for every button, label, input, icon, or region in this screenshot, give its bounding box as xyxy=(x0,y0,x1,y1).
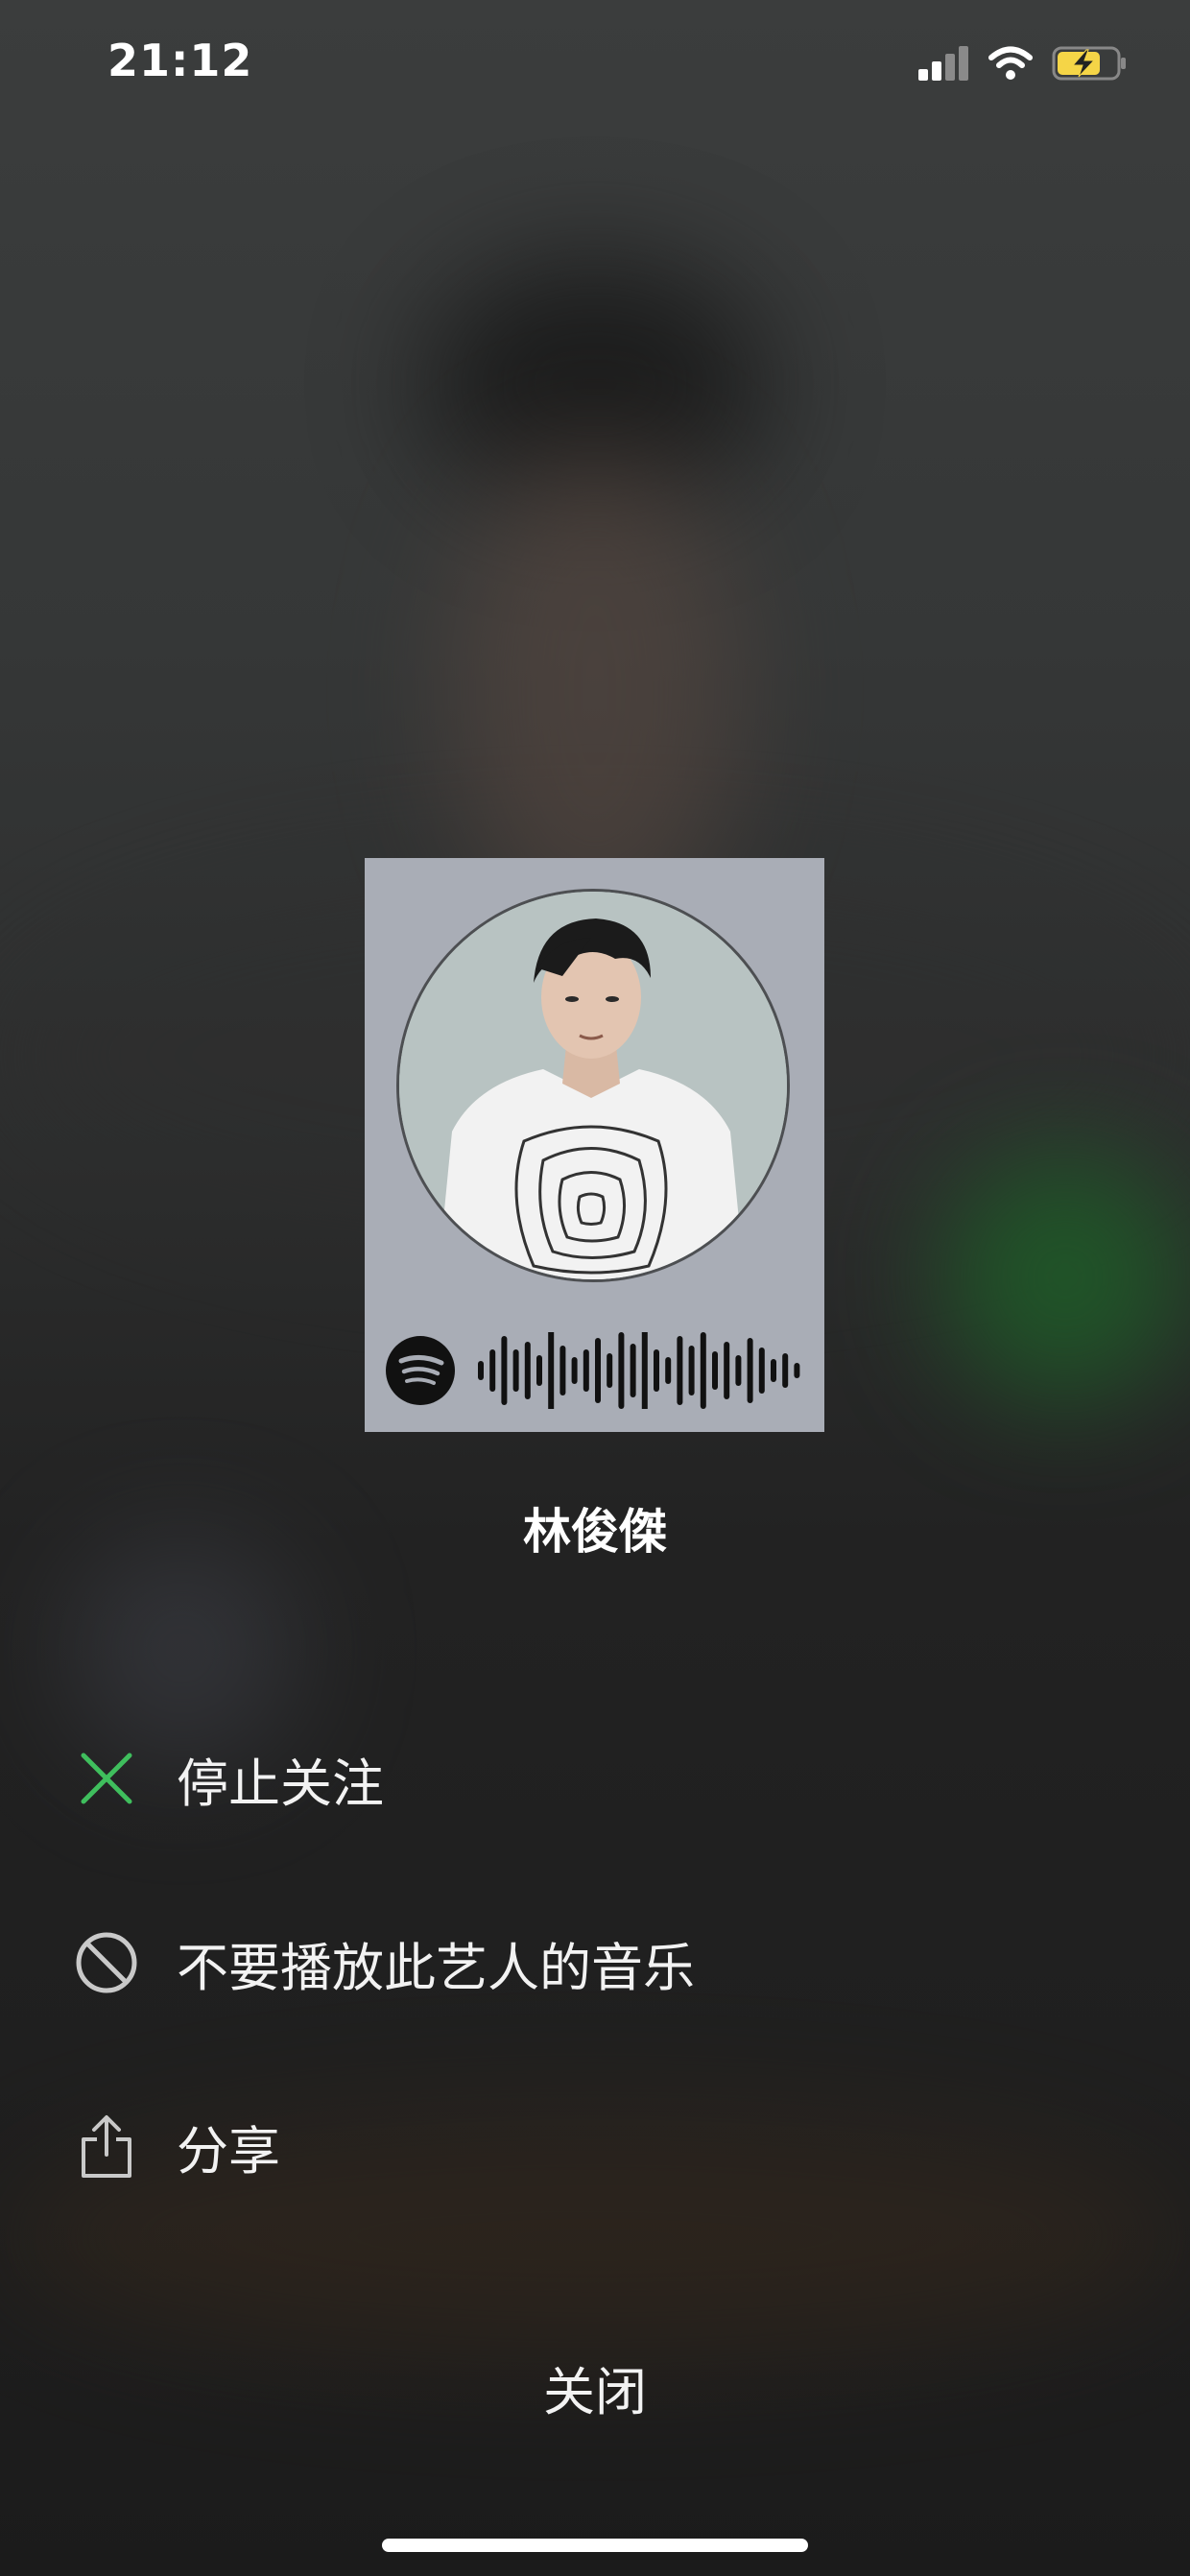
code-bar xyxy=(771,1359,776,1382)
code-bar xyxy=(501,1336,508,1405)
code-bar xyxy=(654,1349,659,1392)
close-button[interactable]: 关闭 xyxy=(0,2349,1190,2425)
code-bar xyxy=(794,1363,800,1378)
status-bar: 21:12 xyxy=(0,0,1190,134)
code-bar xyxy=(524,1342,531,1399)
code-bar xyxy=(735,1355,742,1386)
unfollow-label: 停止关注 xyxy=(177,1753,384,1814)
code-bar xyxy=(688,1346,695,1395)
code-bar xyxy=(478,1361,484,1380)
code-bar xyxy=(747,1338,753,1403)
code-bar xyxy=(595,1338,601,1403)
code-bar xyxy=(536,1355,542,1386)
share-icon xyxy=(73,2112,140,2180)
spotify-logo-icon xyxy=(386,1336,455,1405)
artist-portrait xyxy=(396,889,790,1282)
share-menu-item[interactable]: 分享 xyxy=(73,2098,937,2194)
code-bar xyxy=(712,1351,718,1390)
spotify-code-bars xyxy=(478,1332,800,1409)
code-bar xyxy=(724,1342,730,1399)
unfollow-menu-item[interactable]: 停止关注 xyxy=(73,1730,937,1826)
wifi-icon xyxy=(988,46,1033,80)
status-time: 21:12 xyxy=(107,35,253,86)
code-bar xyxy=(700,1332,706,1409)
code-bar xyxy=(571,1357,578,1384)
code-bar xyxy=(583,1349,589,1392)
cellular-signal-icon xyxy=(918,46,968,81)
code-bar xyxy=(758,1348,765,1394)
code-bar xyxy=(665,1357,672,1384)
code-bar xyxy=(512,1349,519,1392)
dont-play-artist-menu-item[interactable]: 不要播放此艺人的音乐 xyxy=(73,1915,937,2011)
block-icon xyxy=(73,1929,140,1996)
close-x-icon xyxy=(73,1745,140,1812)
code-bar xyxy=(607,1353,613,1388)
dont-play-artist-label: 不要播放此艺人的音乐 xyxy=(177,1937,695,1998)
share-label: 分享 xyxy=(177,2120,280,2182)
code-bar xyxy=(641,1332,648,1409)
code-bar xyxy=(489,1349,496,1392)
battery-charging-icon xyxy=(1052,46,1126,81)
code-bar xyxy=(548,1332,555,1409)
artist-name: 林俊傑 xyxy=(523,1504,667,1560)
code-bar xyxy=(630,1344,636,1397)
spotify-code-card xyxy=(365,858,824,1432)
code-bar xyxy=(782,1353,789,1388)
home-indicator[interactable] xyxy=(382,2539,808,2552)
code-bar xyxy=(559,1346,566,1395)
code-bar xyxy=(618,1332,625,1409)
spotify-code xyxy=(386,1332,800,1409)
code-bar xyxy=(677,1336,683,1405)
